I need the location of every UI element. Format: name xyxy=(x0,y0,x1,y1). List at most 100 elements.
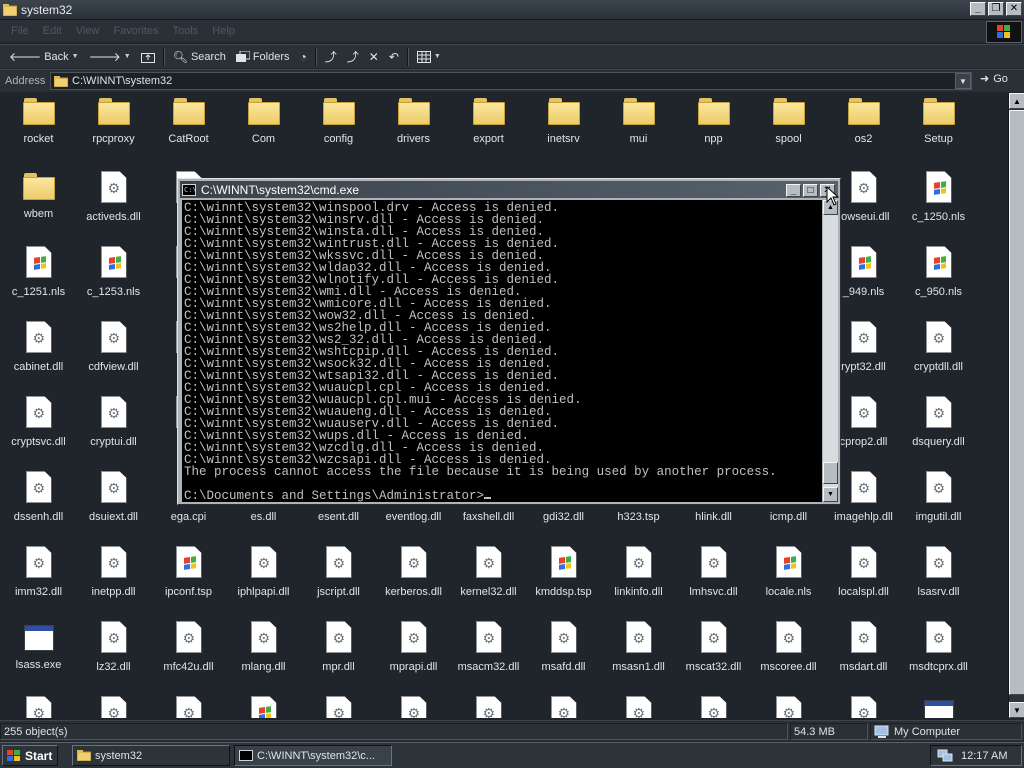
console-output[interactable]: C:\winnt\system32\winspool.drv - Access … xyxy=(182,200,822,502)
file-item[interactable]: ⚙ dssenh.dll xyxy=(1,471,76,523)
file-item[interactable]: Setup xyxy=(901,96,976,145)
menu-help[interactable]: Help xyxy=(205,25,242,37)
file-item[interactable]: ⚙ lz32.dll xyxy=(76,621,151,673)
file-item[interactable]: ⚙ xyxy=(601,696,676,718)
file-item[interactable]: ⚙ localspl.dll xyxy=(826,546,901,598)
file-item[interactable]: rocket xyxy=(1,96,76,145)
file-item[interactable]: ⚙ mscat32.dll xyxy=(676,621,751,673)
window-title-bar[interactable]: system32 _ ❐ ✕ xyxy=(0,0,1024,20)
console-title-bar[interactable]: C:\ C:\WINNT\system32\cmd.exe _ □ ✕ xyxy=(180,181,838,198)
file-item[interactable]: ⚙ dsuiext.dll xyxy=(76,471,151,523)
up-folder-button[interactable] xyxy=(136,46,160,68)
menu-file[interactable]: File xyxy=(4,25,36,37)
file-item[interactable]: ⚙ xyxy=(1,696,76,718)
file-item[interactable]: wbem xyxy=(1,171,76,220)
file-item[interactable]: ⚙ xyxy=(76,696,151,718)
back-button[interactable]: 🡐 Back ▼ xyxy=(4,46,84,68)
file-item[interactable]: c_1250.nls xyxy=(901,171,976,223)
clock[interactable]: 12:17 AM xyxy=(961,750,1007,762)
go-button[interactable]: ➜ Go xyxy=(980,72,1008,86)
move-to-button[interactable]: ⤴ xyxy=(320,46,342,68)
file-item[interactable]: ⚙ linkinfo.dll xyxy=(601,546,676,598)
console-scroll-down-button[interactable]: ▼ xyxy=(823,487,838,502)
console-minimize-button[interactable]: _ xyxy=(786,184,801,197)
menu-favorites[interactable]: Favorites xyxy=(106,25,165,37)
file-item[interactable]: ⚙ mprapi.dll xyxy=(376,621,451,673)
console-scroll-thumb[interactable] xyxy=(823,462,838,484)
file-item[interactable]: ⚙ xyxy=(751,696,826,718)
file-item[interactable]: ⚙ cdfview.dll xyxy=(76,321,151,373)
file-item[interactable]: locale.nls xyxy=(751,546,826,598)
menu-view[interactable]: View xyxy=(69,25,107,37)
minimize-button[interactable]: _ xyxy=(970,2,986,16)
file-item[interactable]: ⚙ kerberos.dll xyxy=(376,546,451,598)
file-item[interactable]: ⚙ inetpp.dll xyxy=(76,546,151,598)
folders-button[interactable]: Folders xyxy=(231,46,295,68)
file-item[interactable]: ⚙ iphlpapi.dll xyxy=(226,546,301,598)
scroll-up-button[interactable]: ▲ xyxy=(1009,93,1024,109)
command-prompt-window[interactable]: C:\ C:\WINNT\system32\cmd.exe _ □ ✕ C:\w… xyxy=(177,178,841,505)
file-item[interactable]: ⚙ lsasrv.dll xyxy=(901,546,976,598)
file-item[interactable]: spool xyxy=(751,96,826,145)
file-item[interactable]: mui xyxy=(601,96,676,145)
file-item[interactable]: ⚙ imgutil.dll xyxy=(901,471,976,523)
undo-button[interactable]: ↶ xyxy=(384,46,404,68)
file-item[interactable]: CatRoot xyxy=(151,96,226,145)
menu-edit[interactable]: Edit xyxy=(36,25,69,37)
copy-to-button[interactable]: ⤴ xyxy=(342,46,364,68)
file-item[interactable] xyxy=(901,696,976,718)
restore-button[interactable]: ❐ xyxy=(988,2,1004,16)
search-button[interactable]: 🔍︎ Search xyxy=(168,46,231,68)
file-item[interactable]: ⚙ msasn1.dll xyxy=(601,621,676,673)
file-item[interactable]: ⚙ xyxy=(676,696,751,718)
file-item[interactable]: ⚙ mfc42u.dll xyxy=(151,621,226,673)
console-maximize-button[interactable]: □ xyxy=(803,184,818,197)
task-button-cmd[interactable]: C:\WINNT\system32\c... xyxy=(234,745,392,766)
file-item[interactable]: ⚙ msdtcprx.dll xyxy=(901,621,976,673)
file-item[interactable]: ⚙ lmhsvc.dll xyxy=(676,546,751,598)
file-item[interactable]: ⚙ xyxy=(301,696,376,718)
start-button[interactable]: Start xyxy=(2,745,58,766)
file-item[interactable]: ⚙ imm32.dll xyxy=(1,546,76,598)
file-item[interactable]: ⚙ kernel32.dll xyxy=(451,546,526,598)
forward-button[interactable]: 🡒 ▼ xyxy=(84,46,136,68)
file-item[interactable]: export xyxy=(451,96,526,145)
file-item[interactable]: c_1251.nls xyxy=(1,246,76,298)
file-item[interactable]: ⚙ msacm32.dll xyxy=(451,621,526,673)
file-item[interactable]: config xyxy=(301,96,376,145)
file-item[interactable]: ⚙ cryptui.dll xyxy=(76,396,151,448)
address-dropdown-button[interactable]: ▼ xyxy=(955,73,971,89)
file-item[interactable]: lsass.exe xyxy=(1,621,76,671)
file-item[interactable]: ⚙ xyxy=(526,696,601,718)
close-button[interactable]: ✕ xyxy=(1006,2,1022,16)
task-button-system32[interactable]: system32 xyxy=(72,745,230,766)
file-list-scrollbar[interactable]: ▲ ▼ xyxy=(1008,93,1024,718)
file-item[interactable]: ⚙ activeds.dll xyxy=(76,171,151,223)
file-item[interactable]: c_950.nls xyxy=(901,246,976,298)
file-item[interactable]: Com xyxy=(226,96,301,145)
views-button[interactable]: ▼ xyxy=(412,46,446,68)
file-item[interactable]: kmddsp.tsp xyxy=(526,546,601,598)
file-item[interactable]: drivers xyxy=(376,96,451,145)
file-item[interactable]: ⚙ cryptdll.dll xyxy=(901,321,976,373)
scroll-down-button[interactable]: ▼ xyxy=(1009,702,1024,718)
menu-tools[interactable]: Tools xyxy=(166,25,206,37)
file-item[interactable]: ⚙ xyxy=(151,696,226,718)
file-item[interactable]: ⚙ dsquery.dll xyxy=(901,396,976,448)
console-scrollbar[interactable]: ▲ ▼ xyxy=(823,200,838,502)
file-item[interactable]: ⚙ msafd.dll xyxy=(526,621,601,673)
file-item[interactable]: ipconf.tsp xyxy=(151,546,226,598)
file-item[interactable] xyxy=(226,696,301,718)
history-button[interactable]: ◔ xyxy=(295,46,312,68)
file-item[interactable]: ⚙ cabinet.dll xyxy=(1,321,76,373)
file-item[interactable]: npp xyxy=(676,96,751,145)
scroll-thumb[interactable] xyxy=(1009,110,1024,695)
network-icon[interactable] xyxy=(937,749,953,763)
file-item[interactable]: os2 xyxy=(826,96,901,145)
file-item[interactable]: inetsrv xyxy=(526,96,601,145)
file-item[interactable]: c_1253.nls xyxy=(76,246,151,298)
file-item[interactable]: ⚙ cryptsvc.dll xyxy=(1,396,76,448)
file-item[interactable]: ⚙ xyxy=(376,696,451,718)
file-item[interactable]: ⚙ xyxy=(451,696,526,718)
file-item[interactable]: rpcproxy xyxy=(76,96,151,145)
